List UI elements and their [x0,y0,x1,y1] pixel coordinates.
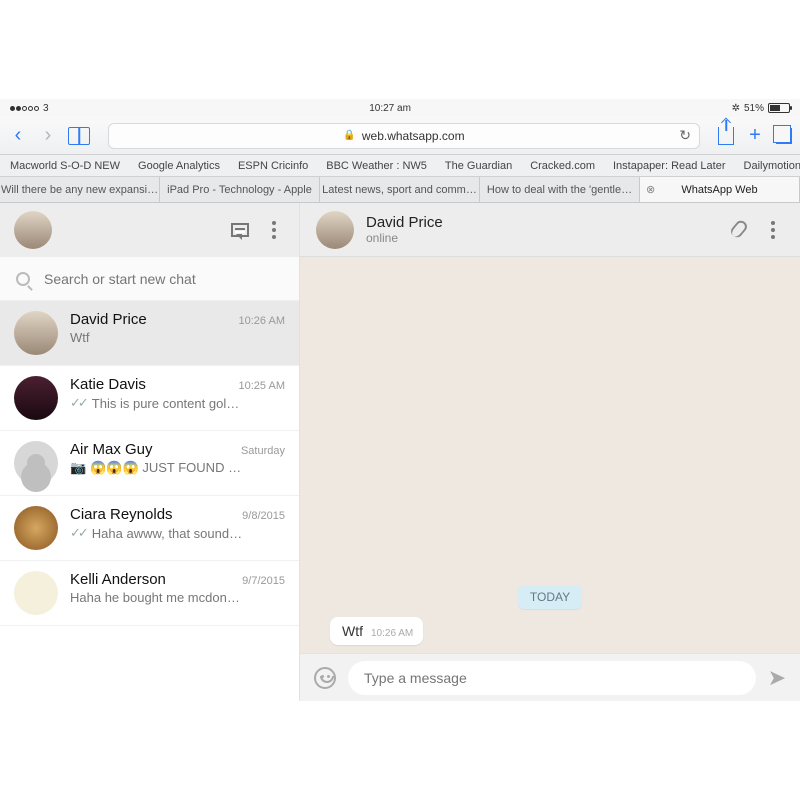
browser-tab[interactable]: How to deal with the 'gentle… [480,177,640,202]
chat-preview: Wtf [70,330,285,345]
read-ticks-icon: ✓✓ [70,525,86,541]
chat-name: Air Max Guy [70,441,153,458]
chat-list-pane: David Price 10:26 AM Wtf Katie Davis 10:25… [0,203,300,701]
avatar [14,506,58,550]
lock-icon: 🔒 [343,130,355,141]
conversation-menu-icon[interactable] [762,219,784,241]
browser-tabs: Will there be any new expansi… iPad Pro … [0,177,800,203]
avatar [14,571,58,615]
chat-preview: 📷😱😱😱 JUST FOUND … [70,460,285,476]
signal-icon [10,106,39,111]
bookmark-item[interactable]: Google Analytics [138,160,220,172]
avatar [14,311,58,355]
whatsapp-app: David Price 10:26 AM Wtf Katie Davis 10:25… [0,203,800,701]
contact-status: online [366,231,716,245]
carrier-label: 3 [43,103,49,114]
sidebar-header [0,203,299,257]
attach-icon[interactable] [728,219,750,241]
chat-time: Saturday [241,445,285,457]
tabs-icon[interactable] [776,128,792,144]
ipad-status-bar: 3 10:27 am ✲ 51% [0,99,800,117]
bookmark-item[interactable]: Dailymotion [744,160,800,172]
bluetooth-icon: ✲ [732,103,740,114]
bookmarks-bar: Macworld S-O-D NEW Google Analytics ESPN… [0,155,800,177]
day-divider: TODAY [518,585,582,609]
bookmark-item[interactable]: The Guardian [445,160,512,172]
url-host: web.whatsapp.com [362,129,465,143]
composer: ➤ [300,653,800,701]
chat-list: David Price 10:26 AM Wtf Katie Davis 10:25… [0,301,299,701]
contact-name: David Price [366,214,716,231]
chat-name: Katie Davis [70,376,146,393]
chat-time: 9/8/2015 [242,510,285,522]
my-avatar[interactable] [14,211,52,249]
chat-preview: ✓✓This is pure content gol… [70,395,285,411]
safari-toolbar: ‹ › 🔒 web.whatsapp.com ↻ + [0,117,800,155]
conversation-pane: David Price online TODAY Wtf 10:26 AM ➤ [300,203,800,701]
chat-list-item[interactable]: Kelli Anderson 9/7/2015 Haha he bought me… [0,561,299,626]
new-tab-button[interactable]: + [744,124,766,147]
emoji-icon[interactable] [314,667,336,689]
send-icon[interactable]: ➤ [768,665,786,691]
chat-preview: ✓✓Haha awww, that sound… [70,525,285,541]
browser-tab-active[interactable]: ⊗WhatsApp Web [640,177,800,202]
chat-list-item[interactable]: Ciara Reynolds 9/8/2015 ✓✓Haha awww, that… [0,496,299,561]
messages-area: TODAY Wtf 10:26 AM [300,257,800,653]
forward-button[interactable]: › [38,124,58,147]
clock-label: 10:27 am [369,103,411,114]
back-button[interactable]: ‹ [8,124,28,147]
bookmark-item[interactable]: Instapaper: Read Later [613,160,726,172]
chat-time: 9/7/2015 [242,575,285,587]
chat-name: David Price [70,311,147,328]
conversation-header: David Price online [300,203,800,257]
read-ticks-icon: ✓✓ [70,395,86,411]
address-bar[interactable]: 🔒 web.whatsapp.com ↻ [108,123,700,149]
browser-tab[interactable]: iPad Pro - Technology - Apple [160,177,320,202]
reload-icon[interactable]: ↻ [679,127,691,144]
bookmarks-icon[interactable] [68,127,90,145]
chat-list-item[interactable]: David Price 10:26 AM Wtf [0,301,299,366]
search-icon [16,272,30,286]
search-input[interactable] [44,271,283,287]
camera-icon: 📷 [70,460,86,476]
chat-list-item[interactable]: Katie Davis 10:25 AM ✓✓This is pure conte… [0,366,299,431]
chat-time: 10:26 AM [239,315,285,327]
search-box[interactable] [0,257,299,301]
close-icon[interactable]: ⊗ [646,183,655,196]
bookmark-item[interactable]: BBC Weather : NW5 [326,160,427,172]
new-chat-icon[interactable] [229,219,251,241]
share-icon[interactable] [718,127,734,145]
chat-name: Kelli Anderson [70,571,166,588]
chat-preview: Haha he bought me mcdon… [70,590,285,605]
contact-avatar[interactable] [316,211,354,249]
avatar [14,376,58,420]
message-text: Wtf [342,623,363,639]
bookmark-item[interactable]: Cracked.com [530,160,595,172]
bookmark-item[interactable]: Macworld S-O-D NEW [10,160,120,172]
message-time: 10:26 AM [371,628,413,639]
battery-pct: 51% [744,103,764,114]
avatar [14,441,58,485]
message-bubble[interactable]: Wtf 10:26 AM [330,617,423,645]
chat-time: 10:25 AM [239,380,285,392]
browser-tab[interactable]: Will there be any new expansi… [0,177,160,202]
chat-name: Ciara Reynolds [70,506,173,523]
battery-icon [768,103,790,113]
browser-tab[interactable]: Latest news, sport and comm… [320,177,480,202]
chat-list-item[interactable]: Air Max Guy Saturday 📷😱😱😱 JUST FOUND … [0,431,299,496]
bookmark-item[interactable]: ESPN Cricinfo [238,160,308,172]
message-input[interactable] [348,661,756,695]
menu-icon[interactable] [263,219,285,241]
